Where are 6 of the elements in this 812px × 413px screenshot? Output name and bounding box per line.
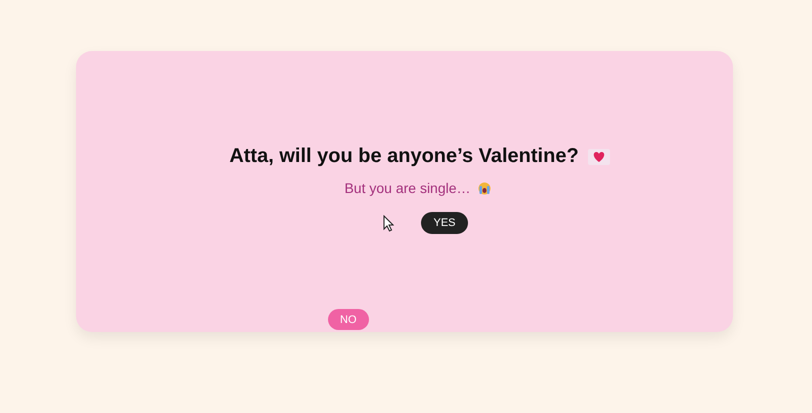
heart-envelope-icon bbox=[588, 148, 610, 164]
yes-button[interactable]: YES bbox=[421, 212, 468, 234]
crying-emoji-icon bbox=[478, 182, 491, 194]
question-title: Atta, will you be anyone’s Valentine? bbox=[229, 145, 579, 168]
mouse-pointer-icon bbox=[383, 215, 394, 232]
subtitle-text: But you are single… bbox=[344, 180, 471, 196]
